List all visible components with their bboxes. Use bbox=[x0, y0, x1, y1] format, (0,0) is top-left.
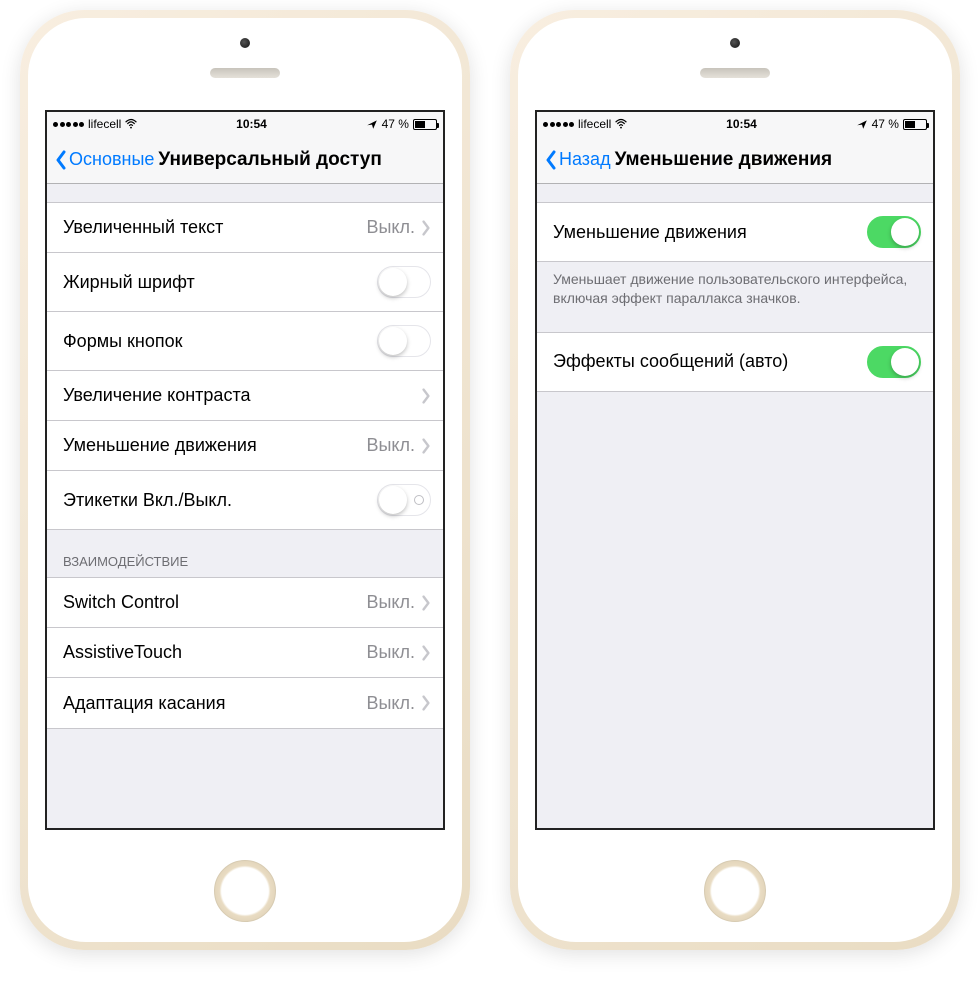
carrier-label: lifecell bbox=[88, 117, 121, 131]
chevron-left-icon bbox=[55, 150, 67, 170]
chevron-right-icon bbox=[421, 438, 431, 454]
home-button[interactable] bbox=[214, 860, 276, 922]
phone-right: lifecell 10:54 47 % Назад Уменьшение дви… bbox=[510, 10, 960, 950]
location-icon bbox=[856, 118, 868, 130]
row-label: Формы кнопок bbox=[63, 331, 377, 352]
battery-percent: 47 % bbox=[872, 117, 899, 131]
phone-camera bbox=[240, 38, 250, 48]
battery-icon bbox=[413, 119, 437, 130]
row-larger-text[interactable]: Увеличенный текст Выкл. bbox=[47, 203, 443, 253]
row-value: Выкл. bbox=[366, 592, 415, 613]
chevron-left-icon bbox=[545, 150, 557, 170]
row-onoff-labels[interactable]: Этикетки Вкл./Выкл. bbox=[47, 471, 443, 529]
row-label: Уменьшение движения bbox=[63, 435, 366, 456]
row-value: Выкл. bbox=[366, 693, 415, 714]
row-value: Выкл. bbox=[366, 217, 415, 238]
back-button[interactable]: Основные bbox=[55, 149, 154, 170]
back-button[interactable]: Назад bbox=[545, 149, 611, 170]
page-title: Уменьшение движения bbox=[615, 149, 833, 171]
chevron-right-icon bbox=[421, 695, 431, 711]
row-bold-text[interactable]: Жирный шрифт bbox=[47, 253, 443, 312]
row-reduce-motion-toggle[interactable]: Уменьшение движения bbox=[537, 203, 933, 261]
toggle-button-shapes[interactable] bbox=[377, 325, 431, 357]
phone-speaker bbox=[210, 68, 280, 78]
back-label: Назад bbox=[559, 149, 611, 170]
screen-right: lifecell 10:54 47 % Назад Уменьшение дви… bbox=[535, 110, 935, 830]
signal-dots-icon bbox=[543, 122, 574, 127]
row-label: Адаптация касания bbox=[63, 693, 366, 714]
status-bar: lifecell 10:54 47 % bbox=[537, 112, 933, 136]
battery-percent: 47 % bbox=[382, 117, 409, 131]
toggle-reduce-motion[interactable] bbox=[867, 216, 921, 248]
row-label: Уменьшение движения bbox=[553, 222, 867, 243]
wifi-icon bbox=[615, 118, 627, 130]
chevron-right-icon bbox=[421, 388, 431, 404]
row-label: Этикетки Вкл./Выкл. bbox=[63, 490, 377, 511]
signal-dots-icon bbox=[53, 122, 84, 127]
row-label: Эффекты сообщений (авто) bbox=[553, 351, 867, 372]
row-assistive-touch[interactable]: AssistiveTouch Выкл. bbox=[47, 628, 443, 678]
toggle-message-effects[interactable] bbox=[867, 346, 921, 378]
chevron-right-icon bbox=[421, 220, 431, 236]
row-value: Выкл. bbox=[366, 435, 415, 456]
section-footer: Уменьшает движение пользовательского инт… bbox=[537, 262, 933, 308]
phone-camera bbox=[730, 38, 740, 48]
chevron-right-icon bbox=[421, 595, 431, 611]
clock-label: 10:54 bbox=[236, 117, 267, 131]
battery-icon bbox=[903, 119, 927, 130]
wifi-icon bbox=[125, 118, 137, 130]
row-message-effects[interactable]: Эффекты сообщений (авто) bbox=[537, 333, 933, 391]
phone-left: lifecell 10:54 47 % Основные Универсальн… bbox=[20, 10, 470, 950]
row-reduce-motion[interactable]: Уменьшение движения Выкл. bbox=[47, 421, 443, 471]
row-value: Выкл. bbox=[366, 642, 415, 663]
row-label: Увеличенный текст bbox=[63, 217, 366, 238]
carrier-label: lifecell bbox=[578, 117, 611, 131]
nav-bar: Основные Универсальный доступ bbox=[47, 136, 443, 184]
row-increase-contrast[interactable]: Увеличение контраста bbox=[47, 371, 443, 421]
screen-left: lifecell 10:54 47 % Основные Универсальн… bbox=[45, 110, 445, 830]
row-button-shapes[interactable]: Формы кнопок bbox=[47, 312, 443, 371]
page-title: Универсальный доступ bbox=[158, 149, 381, 171]
toggle-onoff-labels[interactable] bbox=[377, 484, 431, 516]
row-switch-control[interactable]: Switch Control Выкл. bbox=[47, 578, 443, 628]
clock-label: 10:54 bbox=[726, 117, 757, 131]
row-label: Switch Control bbox=[63, 592, 366, 613]
phone-speaker bbox=[700, 68, 770, 78]
toggle-bold-text[interactable] bbox=[377, 266, 431, 298]
home-button[interactable] bbox=[704, 860, 766, 922]
back-label: Основные bbox=[69, 149, 154, 170]
chevron-right-icon bbox=[421, 645, 431, 661]
location-icon bbox=[366, 118, 378, 130]
row-label: Жирный шрифт bbox=[63, 272, 377, 293]
section-header-interaction: ВЗАИМОДЕЙСТВИЕ bbox=[47, 554, 443, 577]
row-label: Увеличение контраста bbox=[63, 385, 421, 406]
row-touch-accommodations[interactable]: Адаптация касания Выкл. bbox=[47, 678, 443, 728]
status-bar: lifecell 10:54 47 % bbox=[47, 112, 443, 136]
nav-bar: Назад Уменьшение движения bbox=[537, 136, 933, 184]
row-label: AssistiveTouch bbox=[63, 642, 366, 663]
